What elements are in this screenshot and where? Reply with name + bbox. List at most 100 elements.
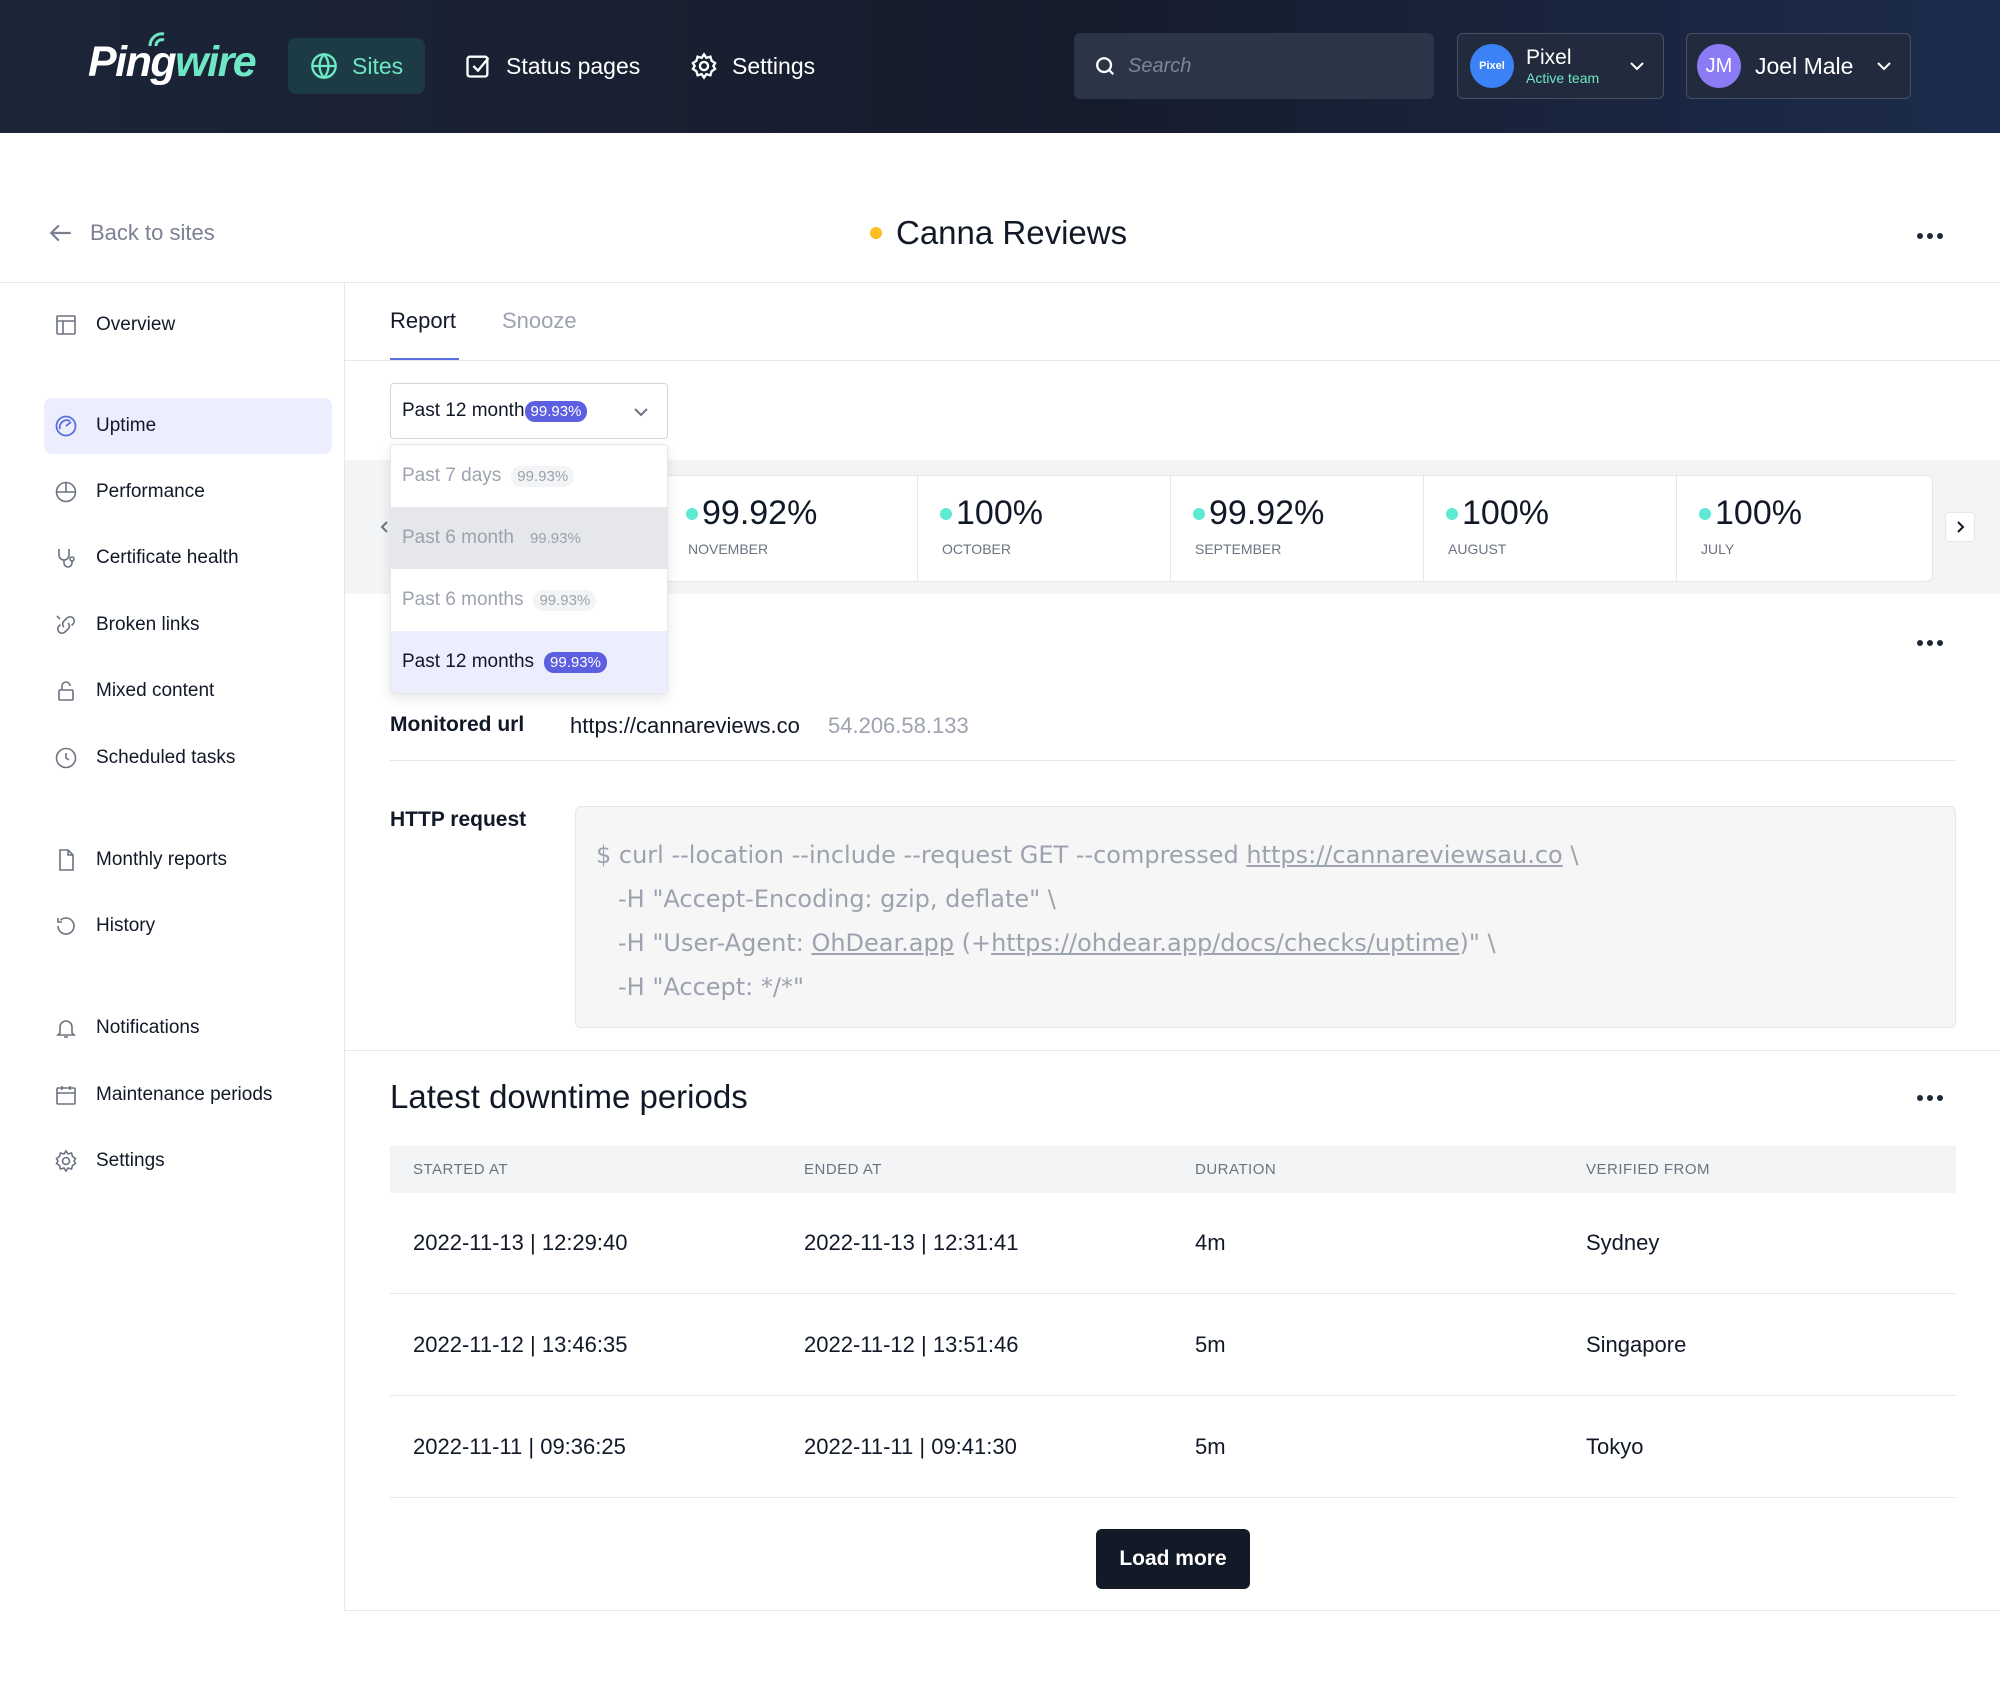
team-switcher[interactable]: Pixel Pixel Active team <box>1457 33 1664 99</box>
status-dot <box>940 507 952 520</box>
month-uptime: 99.92% <box>702 494 818 532</box>
back-to-sites-link[interactable]: Back to sites <box>48 220 215 246</box>
broken-link-icon <box>56 615 76 635</box>
search-box[interactable] <box>1074 33 1434 99</box>
sidebar-item-overview[interactable]: Overview <box>44 297 332 353</box>
month-uptime: 100% <box>956 494 1043 532</box>
sidebar-item-broken-links[interactable]: Broken links <box>44 597 332 653</box>
period-option[interactable]: Past 6 months 99.93% <box>391 569 667 631</box>
sidebar: Overview Uptime Performance Certificate … <box>0 283 345 1611</box>
period-select-value: Past 12 month <box>402 400 525 421</box>
user-menu[interactable]: JM Joel Male <box>1686 33 1911 99</box>
month-name: SEPTEMBER <box>1195 541 1282 557</box>
status-dot <box>686 507 698 520</box>
uptime-badge: 99.93% <box>544 651 607 673</box>
month-uptime: 99.92% <box>1209 494 1325 532</box>
tab-report[interactable]: Report <box>390 308 456 334</box>
tab-snooze[interactable]: Snooze <box>502 308 577 334</box>
user-name: Joel Male <box>1755 52 1854 79</box>
month-uptime: 100% <box>1715 494 1802 532</box>
uptime-badge: 99.93% <box>529 529 581 547</box>
chevron-down-icon <box>1877 62 1891 71</box>
page-title: Canna Reviews <box>870 214 1127 252</box>
sidebar-item-history[interactable]: History <box>44 898 332 954</box>
table-row: 2022-11-13 | 12:29:40 2022-11-13 | 12:31… <box>390 1193 1956 1294</box>
divider <box>390 760 1956 761</box>
period-option-selected[interactable]: Past 12 months 99.93% <box>391 631 667 693</box>
app-logo[interactable]: Pingwire <box>88 32 257 87</box>
month-name: AUGUST <box>1448 541 1507 557</box>
calendar-icon <box>56 1086 76 1105</box>
column-header: ENDED AT <box>804 1161 882 1178</box>
sidebar-item-mixed-content[interactable]: Mixed content <box>44 663 332 719</box>
history-icon <box>57 917 75 935</box>
http-request-code-block: $ curl --location --include --request GE… <box>575 806 1956 1028</box>
sidebar-item-notifications[interactable]: Notifications <box>44 1000 332 1056</box>
uptime-badge: 99.93% <box>533 589 597 611</box>
sidebar-item-settings[interactable]: Settings <box>44 1133 332 1189</box>
gauge-icon <box>55 415 77 437</box>
load-more-button[interactable]: Load more <box>1096 1529 1250 1589</box>
month-name: NOVEMBER <box>688 541 769 557</box>
sidebar-item-maintenance-periods[interactable]: Maintenance periods <box>44 1067 332 1123</box>
status-dot <box>1699 507 1711 520</box>
monitored-ip: 54.206.58.133 <box>828 713 969 738</box>
chevron-down-icon <box>634 408 648 417</box>
monitor-more-menu-button[interactable] <box>1917 638 1947 648</box>
period-dropdown-menu: Past 7 days 99.93% Past 6 month 99.93% P… <box>390 444 668 694</box>
sidebar-item-scheduled-tasks[interactable]: Scheduled tasks <box>44 730 332 786</box>
sidebar-item-certificate-health[interactable]: Certificate health <box>44 530 332 586</box>
monitored-url: https://cannareviews.co <box>570 713 800 738</box>
avatar: JM <box>1697 44 1741 88</box>
gear-icon <box>691 52 717 80</box>
globe-icon <box>311 53 337 79</box>
back-label: Back to sites <box>90 220 215 245</box>
month-card: 100% AUGUST <box>1423 476 1676 581</box>
speedometer-icon <box>55 481 77 503</box>
divider <box>345 360 2000 361</box>
team-avatar: Pixel <box>1470 44 1514 88</box>
sidebar-item-monthly-reports[interactable]: Monthly reports <box>44 832 332 888</box>
month-name: OCTOBER <box>942 541 1011 557</box>
status-dot <box>1193 507 1205 520</box>
period-option[interactable]: Past 7 days 99.93% <box>391 445 667 507</box>
column-header: VERIFIED FROM <box>1586 1161 1711 1178</box>
gear-icon <box>55 1149 77 1173</box>
layout-icon <box>56 315 76 335</box>
month-card: 99.92% NOVEMBER <box>664 476 917 581</box>
nav-status-pages[interactable]: Status pages <box>442 38 662 94</box>
sidebar-item-uptime[interactable]: Uptime <box>44 398 332 454</box>
chevron-down-icon <box>1630 62 1644 71</box>
period-option[interactable]: Past 6 month 99.93% <box>391 507 667 569</box>
divider <box>345 1610 2000 1611</box>
monthly-uptime-cards: 99.92% NOVEMBER 100% OCTOBER 99.92% SEPT… <box>663 475 1933 582</box>
period-select[interactable]: Past 12 month 99.93% <box>390 383 668 439</box>
month-card: 100% JULY <box>1676 476 1929 581</box>
nav-sites[interactable]: Sites <box>288 38 426 94</box>
search-input[interactable] <box>1128 54 1408 78</box>
status-dot <box>1446 507 1458 520</box>
clock-icon <box>55 747 77 769</box>
signal-icon <box>148 32 165 47</box>
divider <box>345 1050 2000 1051</box>
search-icon <box>1096 57 1115 76</box>
next-months-button[interactable] <box>1945 512 1975 542</box>
user-agent-link[interactable]: OhDear.app <box>811 929 954 957</box>
http-request-label: HTTP request <box>390 808 527 831</box>
monitored-url-label: Monitored url <box>390 713 525 736</box>
month-card: 100% OCTOBER <box>917 476 1170 581</box>
document-icon <box>59 849 74 871</box>
unlock-icon <box>58 681 74 701</box>
docs-link[interactable]: https://ohdear.app/docs/checks/uptime <box>991 929 1459 957</box>
column-header: STARTED AT <box>413 1161 509 1178</box>
table-row: 2022-11-12 | 13:46:35 2022-11-12 | 13:51… <box>390 1295 1956 1396</box>
sidebar-item-performance[interactable]: Performance <box>44 464 332 520</box>
uptime-badge: 99.93% <box>511 465 575 487</box>
site-more-menu-button[interactable] <box>1917 231 1947 241</box>
site-status-dot <box>870 227 882 239</box>
month-card: 99.92% SEPTEMBER <box>1170 476 1423 581</box>
downtime-more-menu-button[interactable] <box>1917 1093 1947 1103</box>
curl-url-link[interactable]: https://cannareviewsau.co <box>1246 841 1562 869</box>
top-navigation-bar: Pingwire Sites Status pages Settings Pix… <box>0 0 2000 133</box>
nav-settings[interactable]: Settings <box>668 38 837 94</box>
